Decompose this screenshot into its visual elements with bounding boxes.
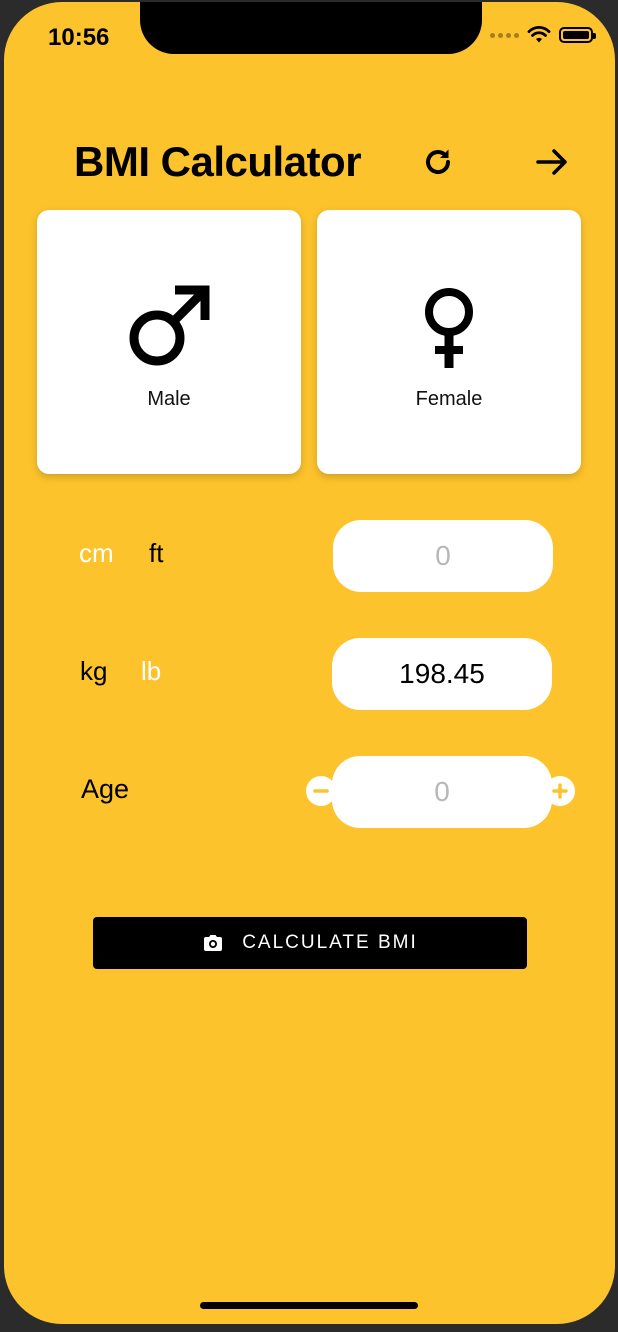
refresh-button[interactable] <box>416 140 460 184</box>
age-label: Age <box>81 774 130 804</box>
gender-label-female: Female <box>415 388 483 410</box>
battery-icon <box>559 27 596 43</box>
weight-input[interactable]: 198.45 <box>332 638 552 710</box>
age-placeholder: 0 <box>434 776 450 807</box>
status-icons <box>490 26 596 44</box>
height-placeholder: 0 <box>435 540 451 571</box>
unit-toggle-ft[interactable]: ft <box>149 538 163 569</box>
gender-card-male[interactable]: Male <box>37 210 301 474</box>
home-indicator[interactable] <box>200 1302 418 1309</box>
age-input[interactable]: 0 <box>332 756 552 828</box>
camera-icon <box>204 935 223 951</box>
refresh-icon <box>426 149 451 175</box>
calculate-bmi-label: CALCULATE BMI <box>242 932 418 953</box>
next-button[interactable] <box>530 140 574 184</box>
age-decrement-button[interactable] <box>306 776 336 806</box>
plus-icon <box>552 783 568 799</box>
male-symbol-icon <box>129 285 210 366</box>
height-input[interactable]: 0 <box>333 520 553 592</box>
age-increment-button[interactable] <box>545 776 575 806</box>
gender-label-male: Male <box>147 388 191 410</box>
app-screen: 10:56 BMI Calculator Male Female cm ft 0… <box>4 2 615 1324</box>
page-title: BMI Calculator <box>74 138 362 185</box>
wifi-icon <box>527 26 551 43</box>
status-time: 10:56 <box>48 24 110 51</box>
unit-toggle-cm[interactable]: cm <box>79 538 114 569</box>
unit-toggle-lb[interactable]: lb <box>141 656 161 687</box>
weight-value: 198.45 <box>399 658 485 689</box>
device-notch <box>140 2 482 54</box>
gender-card-female[interactable]: Female <box>317 210 581 474</box>
arrow-right-icon <box>536 149 567 175</box>
female-symbol-icon <box>425 288 473 368</box>
minus-icon <box>313 789 329 793</box>
unit-toggle-kg[interactable]: kg <box>80 656 107 687</box>
calculate-bmi-button[interactable]: CALCULATE BMI <box>93 917 527 969</box>
cellular-signal-icon <box>490 32 519 38</box>
